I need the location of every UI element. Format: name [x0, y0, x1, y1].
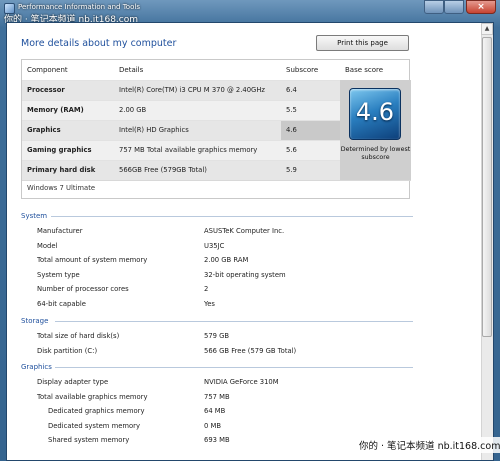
divider [22, 180, 411, 181]
detail-label: Total size of hard disk(s) [37, 332, 120, 340]
print-page-button[interactable]: Print this page [316, 35, 409, 51]
title-bar[interactable]: Performance Information and Tools 你的 · 笔… [0, 0, 500, 25]
detail-value: 693 MB [204, 436, 230, 444]
list-item: Number of processor cores 2 [21, 282, 413, 297]
close-icon: × [477, 2, 485, 12]
close-button[interactable]: × [466, 0, 496, 14]
list-item: Manufacturer ASUSTeK Computer Inc. [21, 224, 413, 239]
list-item: Total available graphics memory 757 MB [21, 390, 413, 405]
scroll-thumb[interactable] [482, 37, 492, 337]
component-name: Gaming graphics [22, 139, 114, 160]
list-item: Total amount of system memory 2.00 GB RAM [21, 253, 413, 268]
table-row: Processor Intel(R) Core(TM) i3 CPU M 370… [22, 79, 340, 100]
component-name: Primary hard disk [22, 159, 114, 180]
detail-value: 0 MB [204, 421, 222, 430]
detail-label: Dedicated graphics memory [48, 407, 145, 415]
detail-label: Dedicated system memory [48, 421, 140, 430]
system-section: System Manufacturer ASUSTeK Computer Inc.… [21, 211, 413, 311]
column-header-details: Details [114, 60, 281, 80]
component-details: 757 MB Total available graphics memory [114, 139, 281, 160]
table-row: Graphics Intel(R) HD Graphics 4.6 [22, 119, 340, 140]
detail-value: 64 MB [204, 407, 226, 415]
subscore: 5.5 [281, 99, 340, 120]
detail-value: ASUSTeK Computer Inc. [204, 227, 285, 235]
detail-value: 2.00 GB RAM [204, 256, 249, 264]
component-details: 2.00 GB [114, 99, 281, 120]
list-item: 64-bit capable Yes [21, 297, 413, 312]
divider [51, 216, 413, 217]
detail-value: 32-bit operating system [204, 270, 286, 279]
window-title: Performance Information and Tools [18, 3, 140, 11]
component-details: Intel(R) HD Graphics [114, 119, 281, 140]
detail-value: NVIDIA GeForce 310M [204, 378, 279, 386]
detail-label: Number of processor cores [37, 285, 129, 293]
list-item: Disk partition (C:) 566 GB Free (579 GB T… [21, 344, 413, 359]
component-name: Memory (RAM) [22, 99, 114, 120]
list-item: Model U35JC [21, 239, 413, 254]
subscore: 6.4 [281, 79, 340, 100]
detail-value: 566 GB Free (579 GB Total) [204, 346, 297, 355]
component-details: Intel(R) Core(TM) i3 CPU M 370 @ 2.40GHz [114, 79, 281, 100]
detail-label: Total available graphics memory [37, 392, 148, 401]
detail-label: Manufacturer [37, 227, 83, 235]
detail-label: Shared system memory [48, 436, 130, 444]
detail-label: 64-bit capable [37, 299, 86, 308]
detail-label: Model [37, 241, 58, 250]
subscore-lowest: 4.6 [281, 119, 340, 140]
base-score-value: 4.6 [355, 98, 395, 126]
base-score-caption: Determined by lowest subscore [340, 146, 411, 161]
detail-label: Disk partition (C:) [37, 346, 98, 355]
list-item: Total size of hard disk(s) 579 GB [21, 329, 413, 344]
list-item: Dedicated graphics memory 64 MB [21, 404, 413, 419]
window-frame: Performance Information and Tools 你的 · 笔… [0, 0, 500, 461]
list-item: Display adapter type NVIDIA GeForce 310M [21, 375, 413, 390]
os-edition: Windows 7 Ultimate [27, 184, 96, 192]
watermark-bottom: 你的 · 笔记本频道 nb.it168.com [356, 437, 500, 453]
column-header-base-score: Base score [345, 66, 384, 74]
scroll-up-arrow-icon[interactable]: ▲ [481, 23, 493, 35]
list-item: Dedicated system memory 0 MB [21, 419, 413, 434]
component-name: Processor [22, 79, 114, 100]
score-table: Component Details Subscore Processor Int… [22, 60, 340, 180]
subscore: 5.6 [281, 139, 340, 160]
detail-value: 757 MB [204, 392, 230, 401]
list-item: System type 32-bit operating system [21, 268, 413, 283]
divider [55, 367, 413, 368]
detail-value: Yes [204, 299, 215, 308]
component-name: Graphics [22, 119, 114, 140]
detail-label: Total amount of system memory [37, 256, 148, 264]
detail-value: 579 GB [204, 332, 230, 340]
list-item: Shared system memory 693 MB [21, 433, 413, 448]
table-row: Memory (RAM) 2.00 GB 5.5 [22, 99, 340, 120]
score-panel: Component Details Subscore Processor Int… [21, 59, 411, 199]
base-score-column: 4.6 Determined by lowest subscore [340, 80, 411, 180]
storage-section: Storage Total size of hard disk(s) 579 GB… [21, 316, 413, 358]
column-header-subscore: Subscore [281, 60, 340, 80]
maximize-button[interactable] [444, 0, 464, 14]
vertical-scrollbar[interactable]: ▲ [481, 23, 493, 460]
detail-value: U35JC [204, 241, 225, 250]
table-row: Gaming graphics 757 MB Total available g… [22, 139, 340, 160]
base-score-badge: 4.6 [349, 88, 401, 140]
detail-label: System type [37, 270, 80, 279]
content-pane: More details about my computer Print thi… [6, 22, 494, 461]
minimize-button[interactable] [424, 0, 444, 14]
graphics-section: Graphics Display adapter type NVIDIA GeFo… [21, 362, 413, 448]
detail-value: 2 [204, 285, 209, 293]
detail-label: Display adapter type [37, 378, 109, 386]
column-header-component: Component [22, 60, 114, 80]
page-title: More details about my computer [21, 38, 177, 49]
subscore: 5.9 [281, 159, 340, 180]
component-details: 566GB Free (579GB Total) [114, 159, 281, 180]
divider [55, 321, 413, 322]
table-row: Primary hard disk 566GB Free (579GB Tota… [22, 159, 340, 180]
